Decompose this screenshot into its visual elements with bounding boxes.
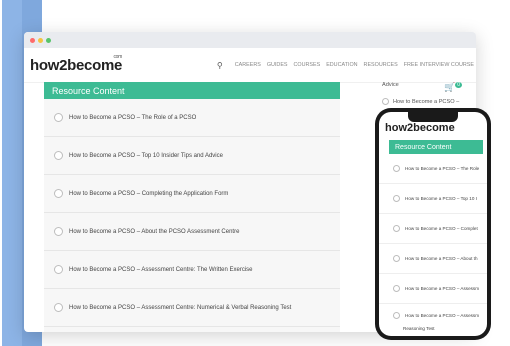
list-item[interactable]: How to Become a PCSO – Top 10 Insider Ti… bbox=[44, 137, 340, 175]
list-item-label: How to Become a PCSO – Assessment Centre… bbox=[69, 266, 253, 273]
list-item-label: How to Become a PCSO – Top 10 Insider Ti… bbox=[69, 152, 223, 159]
checkbox-circle-icon[interactable] bbox=[393, 165, 400, 172]
list-item[interactable]: How to Become a PCSO – About the PCSO As… bbox=[44, 213, 340, 251]
list-item[interactable]: How to Become a PCSO – The Role of a PCS… bbox=[44, 99, 340, 137]
resource-content-title: Resource Content bbox=[44, 82, 340, 99]
checkbox-circle-icon[interactable] bbox=[382, 98, 389, 105]
phone-list-item[interactable]: How to Become a PCSO – Assessm bbox=[379, 274, 487, 304]
checkbox-circle-icon[interactable] bbox=[393, 285, 400, 292]
phone-mockup: how2become Resource Content How to Becom… bbox=[375, 108, 491, 340]
nav-item-free-interview-course[interactable]: FREE INTERVIEW COURSE bbox=[404, 62, 474, 68]
checkbox-circle-icon[interactable] bbox=[393, 195, 400, 202]
phone-list-item-label: How to Become a PCSO – Complet bbox=[405, 226, 478, 231]
sidebar-link-label: How to Become a PCSO – bbox=[393, 98, 460, 105]
logo-text: how2become bbox=[30, 56, 123, 74]
phone-screen: how2become Resource Content How to Becom… bbox=[379, 112, 487, 336]
phone-notch bbox=[408, 112, 458, 122]
nav-item-courses[interactable]: COURSES bbox=[294, 62, 321, 68]
checkbox-circle-icon[interactable] bbox=[393, 311, 400, 319]
phone-list-item-label: How to Become a PCSO – Assessm bbox=[405, 286, 480, 291]
site-logo[interactable]: how2become com bbox=[30, 53, 123, 74]
list-item-label: How to Become a PCSO – Completing the Ap… bbox=[69, 190, 229, 197]
maximize-dot-icon[interactable] bbox=[46, 37, 51, 43]
nav-item-guides[interactable]: GUIDES bbox=[267, 62, 288, 68]
phone-list-item-label: How to Become a PCSO – Assessm bbox=[405, 312, 480, 318]
checkbox-circle-icon[interactable] bbox=[54, 265, 63, 274]
phone-list-item-continuation: Reasoning Test bbox=[403, 326, 435, 331]
nav-item-resources[interactable]: RESOURCES bbox=[364, 62, 398, 68]
checkbox-circle-icon[interactable] bbox=[54, 189, 63, 198]
logo-suffix: com bbox=[113, 53, 123, 60]
minimize-dot-icon[interactable] bbox=[38, 37, 43, 43]
phone-list-item[interactable]: How to Become a PCSO – Complet bbox=[379, 214, 487, 244]
browser-titlebar bbox=[24, 32, 476, 48]
cart-icon[interactable]: 🛒 0 bbox=[444, 82, 462, 93]
phone-resource-title: Resource Content bbox=[389, 140, 483, 154]
checkbox-circle-icon[interactable] bbox=[54, 113, 63, 122]
phone-list-item-label: How to Become a PCSO – About th bbox=[405, 256, 478, 261]
nav-menu: ⚲ CAREERS GUIDES COURSES EDUCATION RESOU… bbox=[217, 61, 476, 70]
checkbox-circle-icon[interactable] bbox=[393, 255, 400, 262]
list-item-label: How to Become a PCSO – Assessment Centre… bbox=[69, 304, 292, 311]
checkbox-circle-icon[interactable] bbox=[54, 151, 63, 160]
checkbox-circle-icon[interactable] bbox=[54, 303, 63, 312]
nav-item-education[interactable]: EDUCATION bbox=[326, 62, 357, 68]
background-blue-strip bbox=[2, 0, 22, 346]
phone-list-item[interactable]: How to Become a PCSO – Assessm bbox=[379, 304, 487, 326]
resource-content-panel: Resource Content How to Become a PCSO – … bbox=[44, 82, 340, 332]
phone-list-item[interactable]: How to Become a PCSO – The Role bbox=[379, 154, 487, 184]
sidebar-link-item[interactable]: How to Become a PCSO – bbox=[382, 98, 476, 105]
phone-list-item[interactable]: How to Become a PCSO – Top 10 I bbox=[379, 184, 487, 214]
nav-item-careers[interactable]: CAREERS bbox=[235, 62, 261, 68]
phone-list-item-label: How to Become a PCSO – The Role bbox=[405, 166, 480, 171]
site-navbar: how2become com ⚲ CAREERS GUIDES COURSES E… bbox=[24, 48, 476, 83]
close-dot-icon[interactable] bbox=[30, 37, 35, 43]
search-icon[interactable]: ⚲ bbox=[217, 61, 223, 70]
cart-count-badge: 0 bbox=[455, 82, 462, 88]
list-item[interactable]: How to Become a PCSO – Assessment Centre… bbox=[44, 289, 340, 327]
phone-list-item-label: How to Become a PCSO – Top 10 I bbox=[405, 196, 477, 201]
checkbox-circle-icon[interactable] bbox=[54, 227, 63, 236]
list-item-label: How to Become a PCSO – About the PCSO As… bbox=[69, 228, 240, 235]
phone-list-item[interactable]: How to Become a PCSO – About th bbox=[379, 244, 487, 274]
list-item-label: How to Become a PCSO – The Role of a PCS… bbox=[69, 114, 197, 121]
checkbox-circle-icon[interactable] bbox=[393, 225, 400, 232]
list-item[interactable]: How to Become a PCSO – Completing the Ap… bbox=[44, 175, 340, 213]
list-item[interactable]: How to Become a PCSO – Assessment Centre… bbox=[44, 251, 340, 289]
